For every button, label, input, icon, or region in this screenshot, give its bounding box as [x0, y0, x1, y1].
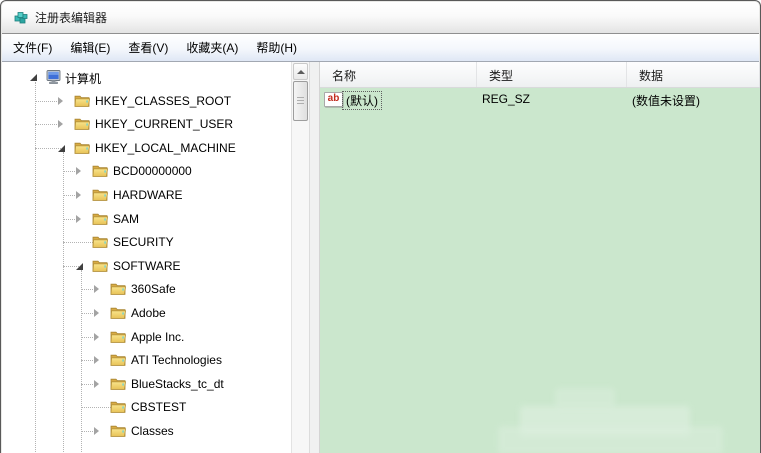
- tree-item-360safe[interactable]: 360Safe: [2, 278, 291, 302]
- expand-arrow-icon[interactable]: [76, 215, 81, 223]
- folder-icon: [92, 258, 109, 274]
- folder-icon: [110, 423, 127, 439]
- string-value-icon: ab: [324, 92, 343, 107]
- tree-guide-line: [63, 152, 64, 453]
- value-data-cell: (数值未设置): [632, 92, 700, 109]
- value-list-pane[interactable]: 名称类型数据 ab(默认) REG_SZ (数值未设置): [320, 62, 760, 453]
- tree-item-label[interactable]: BCD00000000: [113, 164, 192, 178]
- column-header-2[interactable]: 数据: [627, 62, 760, 87]
- tree-item-adobe[interactable]: Adobe: [2, 302, 291, 326]
- scroll-up-button[interactable]: [293, 63, 308, 80]
- blurred-watermark: [498, 426, 723, 453]
- blurred-watermark: [555, 388, 615, 408]
- tree-item-ati-technologies[interactable]: ATI Technologies: [2, 349, 291, 373]
- folder-icon: [92, 163, 109, 179]
- title-bar[interactable]: 注册表编辑器: [2, 2, 759, 34]
- tree-item-label[interactable]: 计算机: [65, 70, 101, 87]
- tree-item-classes[interactable]: Classes: [2, 420, 291, 444]
- menu-item-3[interactable]: 收藏夹(A): [177, 35, 247, 60]
- folder-icon: [110, 329, 127, 345]
- registry-tree-pane[interactable]: 计算机 HKEY_CLASSES_ROOT HKEY_CURRENT_USER HKE…: [2, 62, 309, 453]
- tree-item-label[interactable]: HARDWARE: [113, 188, 183, 202]
- tree-item-label[interactable]: ATI Technologies: [131, 353, 222, 367]
- tree-item-hkey-classes-root[interactable]: HKEY_CLASSES_ROOT: [2, 90, 291, 114]
- tree-item-label[interactable]: SECURITY: [113, 235, 174, 249]
- tree-item-software[interactable]: SOFTWARE: [2, 255, 291, 279]
- folder-icon: [110, 281, 127, 297]
- expand-arrow-icon[interactable]: [58, 97, 63, 105]
- expand-arrow-icon[interactable]: [94, 285, 99, 293]
- tree-scrollbar[interactable]: [291, 62, 309, 453]
- value-list-header: 名称类型数据: [320, 62, 760, 88]
- folder-icon: [92, 187, 109, 203]
- tree-item-label[interactable]: HKEY_LOCAL_MACHINE: [95, 141, 236, 155]
- tree-item-label[interactable]: HKEY_CURRENT_USER: [95, 117, 233, 131]
- collapse-arrow-icon[interactable]: [58, 145, 65, 152]
- tree-item-cbstest[interactable]: CBSTEST: [2, 396, 291, 420]
- tree-item-label[interactable]: HKEY_CLASSES_ROOT: [95, 94, 231, 108]
- pane-splitter[interactable]: [309, 62, 320, 453]
- regedit-icon: [13, 10, 29, 26]
- menu-item-1[interactable]: 编辑(E): [61, 35, 119, 60]
- tree-item-hkey-local-machine[interactable]: HKEY_LOCAL_MACHINE: [2, 137, 291, 161]
- folder-icon: [110, 305, 127, 321]
- tree-guide-stub: [63, 242, 95, 243]
- tree-item-label[interactable]: Adobe: [131, 306, 166, 320]
- column-header-0[interactable]: 名称: [320, 62, 477, 87]
- tree-item-hkey-current-user[interactable]: HKEY_CURRENT_USER: [2, 113, 291, 137]
- expand-arrow-icon[interactable]: [76, 191, 81, 199]
- collapse-arrow-icon[interactable]: [76, 263, 83, 270]
- expand-arrow-icon[interactable]: [94, 427, 99, 435]
- folder-icon: [110, 399, 127, 415]
- tree-item-apple-inc-[interactable]: Apple Inc.: [2, 326, 291, 350]
- tree-item-label[interactable]: SAM: [113, 212, 139, 226]
- folder-icon: [74, 140, 91, 156]
- tree-item-security[interactable]: SECURITY: [2, 231, 291, 255]
- folder-icon: [92, 234, 109, 250]
- expand-arrow-icon[interactable]: [94, 333, 99, 341]
- menu-item-4[interactable]: 帮助(H): [247, 35, 306, 60]
- tree-item-sam[interactable]: SAM: [2, 208, 291, 232]
- registry-editor-window: 注册表编辑器 文件(F)编辑(E)查看(V)收藏夹(A)帮助(H) 计算机 HKE…: [0, 0, 761, 453]
- expand-arrow-icon[interactable]: [94, 309, 99, 317]
- value-list-body[interactable]: ab(默认) REG_SZ (数值未设置): [320, 88, 760, 453]
- value-type-cell: REG_SZ: [482, 92, 530, 106]
- folder-icon: [110, 352, 127, 368]
- menu-bar: 文件(F)编辑(E)查看(V)收藏夹(A)帮助(H): [2, 34, 759, 62]
- expand-arrow-icon[interactable]: [94, 356, 99, 364]
- tree-guide-line: [35, 82, 36, 453]
- window-title: 注册表编辑器: [35, 9, 107, 26]
- expand-arrow-icon[interactable]: [58, 120, 63, 128]
- tree-item-hardware[interactable]: HARDWARE: [2, 184, 291, 208]
- tree-item-label[interactable]: BlueStacks_tc_dt: [131, 377, 224, 391]
- tree-item-bluestacks-tc-dt[interactable]: BlueStacks_tc_dt: [2, 373, 291, 397]
- registry-editor-screenshot: 注册表编辑器 文件(F)编辑(E)查看(V)收藏夹(A)帮助(H) 计算机 HKE…: [0, 0, 761, 453]
- scrollbar-thumb[interactable]: [293, 81, 308, 121]
- tree-guide-stub: [81, 407, 113, 408]
- menu-item-0[interactable]: 文件(F): [4, 35, 61, 60]
- menu-item-2[interactable]: 查看(V): [119, 35, 177, 60]
- value-name-text: (默认): [342, 91, 382, 110]
- tree-item-label[interactable]: SOFTWARE: [113, 259, 181, 273]
- value-name-cell[interactable]: (默认): [342, 91, 382, 110]
- expand-arrow-icon[interactable]: [94, 380, 99, 388]
- folder-icon: [74, 93, 91, 109]
- content-area: 计算机 HKEY_CLASSES_ROOT HKEY_CURRENT_USER HKE…: [2, 62, 760, 453]
- tree-item--[interactable]: 计算机: [2, 66, 291, 90]
- collapse-arrow-icon[interactable]: [30, 74, 37, 81]
- column-header-1[interactable]: 类型: [477, 62, 627, 87]
- value-row-default[interactable]: ab(默认) REG_SZ (数值未设置): [320, 88, 760, 111]
- registry-tree: 计算机 HKEY_CLASSES_ROOT HKEY_CURRENT_USER HKE…: [2, 66, 291, 444]
- tree-item-label[interactable]: Classes: [131, 424, 174, 438]
- folder-icon: [92, 211, 109, 227]
- folder-icon: [74, 116, 91, 132]
- tree-item-bcd00000000[interactable]: BCD00000000: [2, 160, 291, 184]
- expand-arrow-icon[interactable]: [76, 167, 81, 175]
- folder-icon: [110, 376, 127, 392]
- tree-item-label[interactable]: Apple Inc.: [131, 330, 184, 344]
- computer-icon: [45, 69, 62, 85]
- tree-item-label[interactable]: CBSTEST: [131, 400, 186, 414]
- tree-guide-line: [81, 270, 82, 453]
- tree-item-label[interactable]: 360Safe: [131, 282, 176, 296]
